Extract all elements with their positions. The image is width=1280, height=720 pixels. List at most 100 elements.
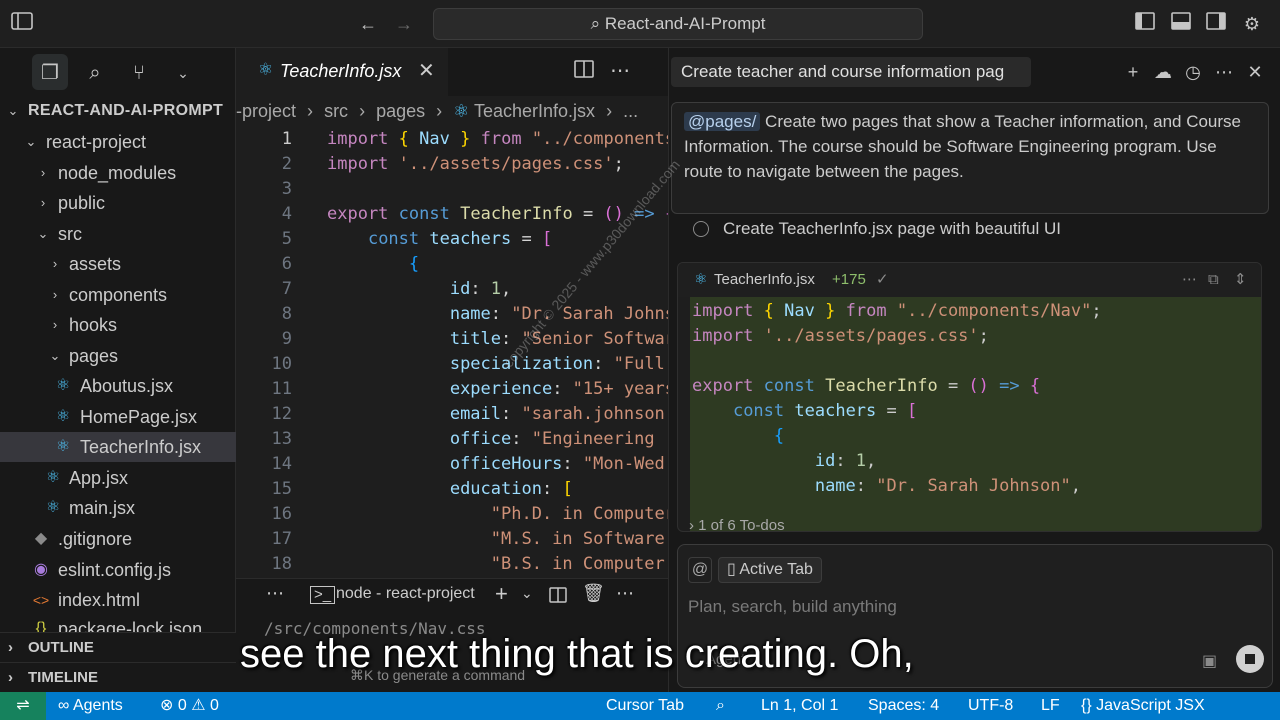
more-actions-icon[interactable]: ⋯ — [266, 583, 284, 604]
image-attach-icon[interactable]: ▣ — [1202, 651, 1217, 671]
breadcrumb-segment[interactable]: -project — [236, 101, 296, 121]
history-icon[interactable]: ◷ — [1181, 60, 1205, 84]
copy-icon[interactable]: ⧉ — [1208, 263, 1219, 297]
tree-item-eslint[interactable]: ◉ eslint.config.js — [0, 555, 236, 585]
line-number: 14 — [271, 454, 292, 474]
json-icon: {} — [35, 620, 47, 632]
tree-item-components[interactable]: › components — [0, 280, 236, 310]
tree-item-teacherinfo[interactable]: ⚛ TeacherInfo.jsx — [0, 432, 236, 462]
more-actions-icon[interactable]: ⋯ — [1182, 263, 1197, 297]
more-actions-icon[interactable]: ⋯ — [1212, 60, 1236, 84]
tree-item-react-project[interactable]: ⌄ react-project — [0, 127, 236, 157]
workspace-name: React-and-AI-Prompt — [604, 14, 766, 33]
react-icon: ⚛ — [55, 438, 71, 455]
user-prompt[interactable]: @pages/ Create two pages that show a Tea… — [671, 102, 1269, 214]
encoding-status[interactable]: UTF-8 — [968, 692, 1013, 720]
back-arrow-icon[interactable]: ← — [356, 12, 380, 36]
zoom-icon[interactable]: ⌕ — [716, 692, 725, 720]
tree-item-index-html[interactable]: <> index.html — [0, 585, 236, 615]
pages-mention-chip[interactable]: @pages/ — [684, 112, 761, 131]
mention-at-icon[interactable]: @ — [688, 557, 712, 583]
tree-item-gitignore[interactable]: ◆ .gitignore — [0, 524, 236, 554]
tree-item-src[interactable]: ⌄ src — [0, 219, 236, 249]
active-tab-chip[interactable]: ▯ Active Tab — [718, 557, 822, 583]
agents-label: Agents — [72, 697, 123, 714]
tree-item-assets[interactable]: › assets — [0, 249, 236, 279]
timeline-section[interactable]: › TIMELINE — [0, 662, 236, 692]
outline-section[interactable]: › OUTLINE — [0, 632, 236, 662]
new-chat-icon[interactable]: + — [1121, 60, 1145, 84]
chevron-down-icon[interactable]: ⌄ — [170, 60, 196, 86]
diff-header[interactable]: ⚛ TeacherInfo.jsx +175 ✓ ⋯ ⧉ ⇕ — [678, 263, 1261, 297]
toggle-secondary-sidebar-icon[interactable] — [1204, 12, 1228, 36]
line-number: 13 — [271, 429, 292, 449]
breadcrumb-segment[interactable]: src — [324, 101, 348, 121]
stop-button[interactable] — [1236, 645, 1264, 673]
toggle-panel-icon[interactable] — [1169, 12, 1193, 36]
warning-icon: ⚠ — [186, 697, 210, 714]
chat-input[interactable] — [688, 593, 1248, 621]
check-icon: ✓ — [876, 271, 889, 288]
todo-item[interactable]: Create TeacherInfo.jsx page with beautif… — [677, 214, 1262, 246]
add-terminal-icon[interactable]: + — [495, 581, 508, 607]
tree-item-hooks[interactable]: › hooks — [0, 310, 236, 340]
todos-summary[interactable]: › 1 of 6 To-dos — [689, 514, 785, 538]
command-center-search[interactable]: ⌕ React-and-AI-Prompt — [433, 8, 923, 40]
code-line: 12 email: "sarah.johnson — [236, 402, 668, 427]
editor-tab-teacherinfo[interactable]: ⚛ TeacherInfo.jsx ✕ — [236, 48, 448, 96]
chevron-right-icon: › — [40, 165, 46, 180]
tree-item-node-modules[interactable]: › node_modules — [0, 158, 236, 188]
tree-item-label: App.jsx — [69, 468, 129, 488]
error-icon: ⊗ — [160, 697, 178, 714]
tree-item-label: react-project — [46, 132, 147, 152]
more-actions-icon[interactable]: ⋯ — [616, 583, 634, 604]
tree-item-package-lock[interactable]: {} package-lock.json — [0, 614, 236, 632]
trash-icon[interactable]: 🗑 — [582, 583, 605, 604]
tree-item-aboutus[interactable]: ⚛ Aboutus.jsx — [0, 371, 236, 401]
chevron-down-icon[interactable]: ⌄ — [521, 585, 533, 602]
todos-summary-label: 1 of 6 To-dos — [698, 517, 785, 534]
expand-icon[interactable]: ⇕ — [1234, 263, 1247, 297]
breadcrumb-segment[interactable]: ... — [623, 101, 638, 121]
terminal-title[interactable]: node - react-project — [336, 585, 475, 603]
files-icon[interactable]: ❐ — [37, 60, 63, 86]
explorer-root[interactable]: ⌄ REACT-AND-AI-PROMPT — [0, 96, 236, 126]
tree-item-public[interactable]: › public — [0, 188, 236, 218]
chevron-down-icon: ⌄ — [37, 226, 49, 241]
settings-gear-icon[interactable]: ⚙ — [1240, 12, 1264, 36]
chevron-right-icon: › — [52, 287, 58, 302]
eol-status[interactable]: LF — [1041, 692, 1060, 720]
line-number: 8 — [281, 304, 292, 324]
breadcrumb-segment[interactable]: pages — [376, 101, 425, 121]
search-icon[interactable]: ⌕ — [82, 60, 108, 86]
split-terminal-icon[interactable] — [549, 587, 567, 608]
cursor-position[interactable]: Ln 1, Col 1 — [761, 692, 838, 720]
cursor-tab-status[interactable]: Cursor Tab — [606, 692, 684, 720]
remote-icon[interactable]: ⇌ — [0, 692, 46, 720]
indentation-status[interactable]: Spaces: 4 — [868, 692, 939, 720]
forward-arrow-icon[interactable]: → — [392, 12, 416, 36]
toggle-sidebar-icon[interactable] — [10, 12, 34, 36]
todo-radio-icon[interactable] — [693, 221, 709, 237]
tree-item-homepage[interactable]: ⚛ HomePage.jsx — [0, 402, 236, 432]
language-status[interactable]: {} JavaScript JSX — [1081, 692, 1205, 720]
close-icon[interactable]: ✕ — [1243, 60, 1267, 84]
problems-status[interactable]: ⊗ 0 ⚠ 0 — [160, 692, 219, 720]
tree-item-label: HomePage.jsx — [80, 407, 198, 427]
tree-item-main[interactable]: ⚛ main.jsx — [0, 493, 236, 523]
cloud-icon[interactable]: ☁ — [1151, 60, 1175, 84]
react-icon: ⚛ — [55, 377, 71, 394]
ai-chat-panel: Create teacher and course information pa… — [668, 48, 1280, 692]
tree-item-pages[interactable]: ⌄ pages — [0, 341, 236, 371]
chat-title[interactable]: Create teacher and course information pa… — [671, 57, 1031, 87]
more-actions-icon[interactable]: ⋯ — [610, 58, 630, 83]
split-editor-icon[interactable] — [574, 60, 594, 83]
source-control-icon[interactable]: ⑂ — [126, 60, 152, 86]
tree-item-app[interactable]: ⚛ App.jsx — [0, 463, 236, 493]
agents-status[interactable]: ∞ Agents — [58, 692, 123, 720]
code-line: 13 office: "Engineering — [236, 427, 668, 452]
breadcrumb: -project › src › pages › ⚛ TeacherInfo.j… — [236, 101, 639, 121]
close-icon[interactable]: ✕ — [418, 58, 435, 83]
toggle-primary-sidebar-icon[interactable] — [1133, 12, 1157, 36]
breadcrumb-segment[interactable]: TeacherInfo.jsx — [474, 101, 595, 121]
